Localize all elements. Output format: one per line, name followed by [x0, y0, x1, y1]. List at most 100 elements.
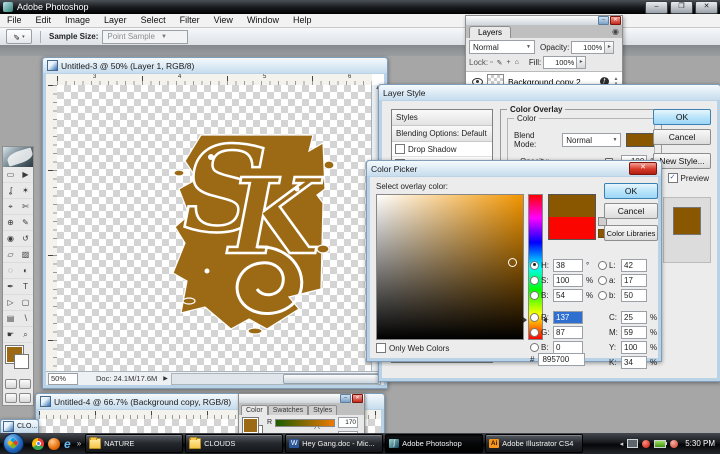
slider-marker[interactable] [313, 425, 320, 430]
overlay-color-swatch[interactable] [626, 133, 654, 147]
menu-help[interactable]: Help [286, 14, 319, 27]
active-tool-well[interactable]: ✎ ▾ [6, 29, 32, 44]
color-field-marker[interactable] [508, 258, 517, 268]
lock-pixels-icon[interactable]: ✎ [497, 59, 503, 67]
styles-list-item[interactable]: Styles [392, 110, 492, 126]
menu-image[interactable]: Image [58, 14, 97, 27]
panel-close-button[interactable]: ✕ [610, 16, 621, 25]
document-titlebar[interactable]: Untitled-3 @ 50% (Layer 1, RGB/8) [43, 58, 387, 73]
lock-transparency-icon[interactable]: ▫ [490, 59, 492, 66]
hex-value-field[interactable]: 895700 [538, 353, 586, 366]
rectangular-marquee-tool[interactable]: ▭ [3, 167, 18, 183]
menu-filter[interactable]: Filter [173, 14, 207, 27]
panel-menu-icon[interactable]: ◉ [612, 27, 619, 36]
panel-titlebar[interactable]: – ✕ [466, 16, 622, 25]
eyedropper-tool[interactable]: ∖ [18, 311, 33, 327]
field-value[interactable]: 100 [553, 273, 583, 287]
menu-file[interactable]: File [0, 14, 29, 27]
history-brush-tool[interactable]: ↺ [18, 231, 33, 247]
healing-brush-tool[interactable]: ⊕ [3, 215, 18, 231]
field-radio[interactable] [598, 290, 607, 300]
quick-mask-button-alt[interactable] [19, 379, 31, 389]
field-value[interactable]: 137 [553, 310, 583, 324]
preview-checkbox[interactable]: ✓ [667, 173, 678, 183]
taskbar-button-nature[interactable]: NATURE [85, 434, 184, 453]
dialog-titlebar[interactable]: Color Picker ✕ [367, 161, 661, 176]
clone-stamp-tool[interactable]: ◉ [3, 231, 18, 247]
tab-color[interactable]: Color [241, 405, 268, 415]
field-value[interactable]: 50 [621, 288, 647, 302]
taskbar-button-word-doc[interactable]: W Hey Gang.doc - Mic... [285, 434, 384, 453]
scrollbar-thumb[interactable] [283, 373, 379, 384]
fill-spinner-arrow[interactable]: ▸ [577, 56, 587, 69]
only-web-colors-row[interactable]: Only Web Colors [376, 343, 449, 353]
minimize-button[interactable]: – [645, 1, 668, 14]
volume-tray-icon[interactable] [670, 439, 679, 448]
screen-mode-full-button[interactable] [19, 393, 31, 403]
red-channel-slider[interactable] [275, 418, 336, 430]
lock-all-icon[interactable]: ⌂ [515, 59, 519, 66]
internet-explorer-icon[interactable]: e [64, 438, 71, 450]
magic-wand-tool[interactable]: ✶ [18, 183, 33, 199]
only-web-colors-checkbox[interactable] [376, 343, 386, 353]
opacity-field[interactable]: 100% [571, 40, 606, 54]
type-tool[interactable]: T [18, 279, 33, 295]
horizontal-scrollbar[interactable] [170, 372, 381, 385]
layer-style-ok-button[interactable]: OK [653, 109, 711, 125]
panel-close-button[interactable]: ✕ [352, 394, 363, 403]
close-button[interactable]: ✕ [695, 1, 718, 14]
quicklaunch-chevron-icon[interactable]: » [77, 439, 81, 448]
saturation-brightness-field[interactable] [376, 194, 524, 340]
pen-tool[interactable]: ✒ [3, 279, 18, 295]
field-value[interactable]: 100 [621, 340, 647, 354]
field-value[interactable]: 34 [621, 355, 647, 369]
field-value[interactable]: 59 [621, 325, 647, 339]
screen-mode-standard-button[interactable] [5, 393, 17, 403]
security-tray-icon[interactable] [642, 439, 651, 448]
battery-tray-icon[interactable] [654, 439, 668, 448]
field-value[interactable]: 38 [553, 258, 583, 272]
menu-view[interactable]: View [207, 14, 240, 27]
picker-ok-button[interactable]: OK [604, 183, 658, 199]
shape-tool[interactable]: ▢ [18, 295, 33, 311]
layer-style-cancel-button[interactable]: Cancel [653, 129, 711, 145]
brush-tool[interactable]: ✎ [18, 215, 33, 231]
panel-titlebar[interactable]: – ✕ [239, 394, 364, 403]
field-value[interactable]: 42 [621, 258, 647, 272]
taskbar-button-clouds[interactable]: CLOUDS [185, 434, 284, 453]
field-radio[interactable] [530, 312, 539, 322]
blending-options-item[interactable]: Blending Options: Default [392, 126, 492, 142]
panel-minimize-button[interactable]: – [598, 16, 609, 25]
field-value[interactable]: 25 [621, 310, 647, 324]
dialog-titlebar[interactable]: Layer Style [379, 85, 720, 100]
tab-layers[interactable]: Layers [469, 26, 512, 38]
chrome-quicklaunch-icon[interactable] [32, 437, 44, 450]
move-tool[interactable]: ▶ [18, 167, 33, 183]
field-radio[interactable] [530, 342, 539, 352]
field-radio[interactable] [530, 327, 539, 337]
tab-swatches[interactable]: Swatches [267, 405, 309, 415]
gradient-tool[interactable]: ▨ [18, 247, 33, 263]
slice-tool[interactable]: ✄ [18, 199, 33, 215]
quicklaunch-icon[interactable] [48, 437, 60, 450]
field-radio[interactable] [530, 260, 539, 270]
display-tray-icon[interactable] [627, 439, 639, 448]
status-menu-arrow-icon[interactable]: ▶ [163, 375, 168, 382]
overlay-blend-mode-dropdown[interactable]: Normal ▼ [562, 133, 622, 147]
hand-tool[interactable]: ☛ [3, 327, 18, 343]
quick-mask-button[interactable] [5, 379, 17, 389]
field-radio[interactable] [598, 260, 607, 270]
color-libraries-button[interactable]: Color Libraries [604, 225, 658, 241]
blur-tool[interactable]: ◌ [3, 263, 18, 279]
hue-slider-arrow-left[interactable] [523, 317, 527, 323]
tray-expand-icon[interactable]: ◂ [620, 440, 624, 448]
canvas[interactable]: S K [57, 85, 372, 372]
dodge-tool[interactable]: ◐ [18, 263, 33, 279]
notes-tool[interactable]: ▤ [3, 311, 18, 327]
menu-layer[interactable]: Layer [97, 14, 134, 27]
fill-field[interactable]: 100% [543, 56, 578, 69]
red-channel-value[interactable]: 170 [338, 417, 359, 428]
blend-mode-dropdown[interactable]: Normal ▼ [469, 40, 535, 54]
dialog-close-button[interactable]: ✕ [629, 162, 657, 175]
maximize-button[interactable]: ❐ [670, 1, 693, 14]
